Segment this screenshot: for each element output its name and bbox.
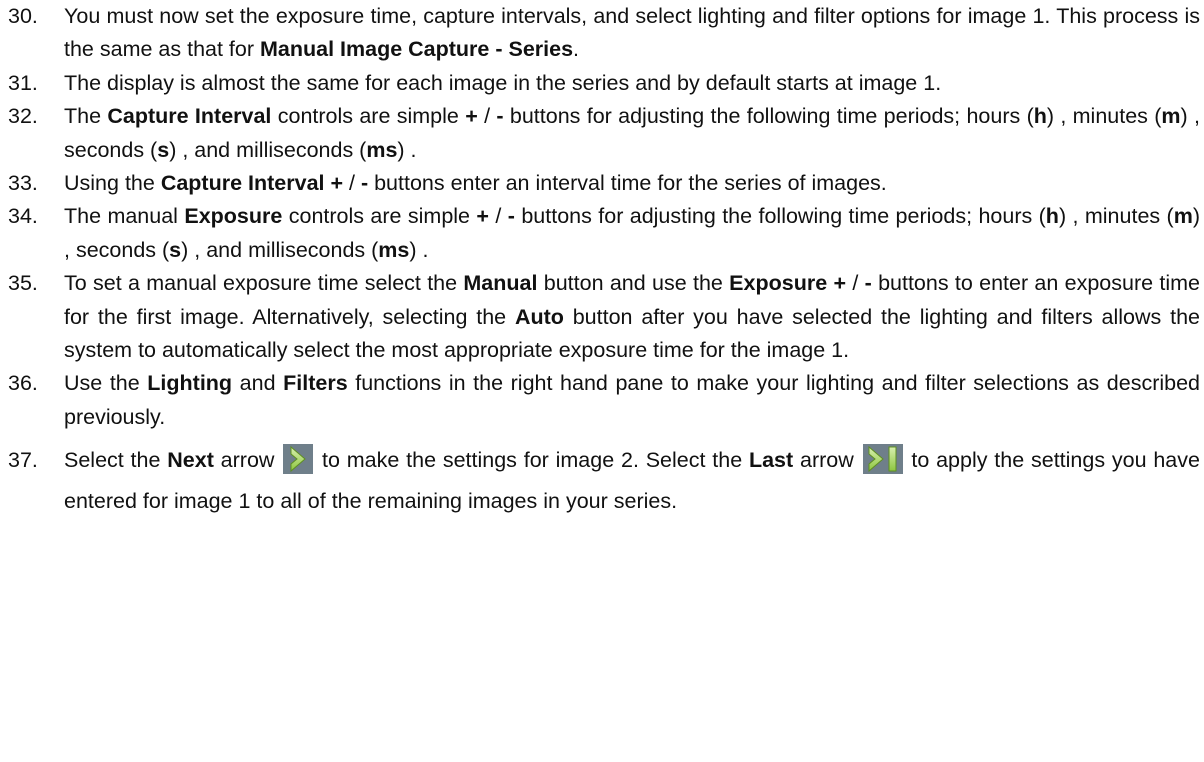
bold-term: +: [476, 204, 489, 229]
step-number: 30.: [8, 4, 38, 28]
text-run: Use the: [64, 371, 148, 396]
bold-term: -: [507, 204, 515, 229]
text-run: ) , and milliseconds (: [169, 137, 367, 162]
step-text: The display is almost the same for each …: [64, 67, 1200, 100]
step-33: 33. Using the Capture Interval + / - butt…: [0, 167, 1200, 200]
document-page: 30. You must now set the exposure time, c…: [0, 0, 1204, 762]
text-run: You must now set the exposure time, capt…: [64, 4, 1200, 62]
bold-term: ms: [378, 237, 410, 262]
text-run: buttons for adjusting the following time…: [514, 204, 1046, 229]
bold-term: +: [465, 104, 478, 129]
step-number: 33.: [8, 171, 38, 196]
step-text: Use the Lighting and Filters functions i…: [64, 367, 1200, 434]
bold-term: s: [157, 137, 170, 162]
step-text: The manual Exposure controls are simple …: [64, 200, 1200, 267]
text-run: controls are simple: [271, 104, 466, 129]
bold-term: Lighting: [147, 371, 233, 396]
text-run: arrow: [213, 448, 282, 473]
bold-term: s: [169, 237, 182, 262]
step-number: 32.: [8, 104, 38, 129]
bold-term: Filters: [283, 371, 348, 396]
text-run: arrow: [793, 448, 861, 473]
bold-term: Exposure +: [729, 271, 847, 296]
text-run: buttons for adjusting the following time…: [503, 104, 1034, 129]
text-run: Select the: [64, 448, 168, 473]
text-run: ) , and milliseconds (: [181, 237, 379, 262]
text-run: .: [573, 37, 580, 62]
step-35: 35. To set a manual exposure time select …: [0, 267, 1200, 367]
text-run: The display is almost the same for each …: [64, 70, 942, 95]
bold-term: Auto: [514, 304, 564, 329]
step-32: 32. The Capture Interval controls are sim…: [0, 100, 1200, 167]
bold-term: h: [1045, 204, 1059, 229]
text-run: The: [64, 104, 108, 129]
text-run: /: [846, 271, 865, 296]
step-31: 31. The display is almost the same for ea…: [0, 67, 1200, 100]
text-run: To set a manual exposure time select the: [64, 271, 464, 296]
bold-term: Last: [748, 448, 794, 473]
step-number: 34.: [8, 204, 38, 229]
text-run: and: [232, 371, 284, 396]
step-30: 30. You must now set the exposure time, c…: [0, 0, 1200, 67]
step-34: 34. The manual Exposure controls are simp…: [0, 200, 1200, 267]
bold-term: Manual Image Capture - Series: [260, 37, 574, 62]
bold-term: h: [1033, 104, 1047, 129]
text-run: The manual: [64, 204, 185, 229]
bold-term: -: [864, 271, 872, 296]
last-arrow-icon: [862, 444, 903, 484]
text-run: ) .: [397, 137, 417, 162]
bold-term: Manual: [463, 271, 538, 296]
text-run: buttons enter an interval time for the s…: [368, 171, 887, 196]
step-text: Using the Capture Interval + / - buttons…: [64, 167, 1200, 200]
bold-term: Next: [167, 448, 214, 473]
step-number: 35.: [8, 271, 38, 296]
text-run: controls are simple: [282, 204, 477, 229]
bold-term: Exposure: [184, 204, 283, 229]
step-37: 37. Select the Next arrow to make the set…: [0, 444, 1200, 518]
step-number: 31.: [8, 70, 38, 95]
step-text: The Capture Interval controls are simple…: [64, 100, 1200, 167]
text-run: ) , minutes (: [1046, 104, 1162, 129]
text-run: to make the settings for image 2. Select…: [315, 448, 749, 473]
text-run: ) , minutes (: [1058, 204, 1174, 229]
text-run: /: [488, 204, 508, 229]
text-run: /: [343, 171, 361, 196]
text-run: ) .: [409, 237, 429, 262]
step-text: Select the Next arrow to make the settin…: [64, 444, 1200, 518]
step-number: 36.: [8, 371, 38, 396]
step-number: 37.: [8, 448, 38, 473]
bold-term: m: [1161, 104, 1181, 129]
instruction-list: 30. You must now set the exposure time, c…: [0, 0, 1200, 518]
step-text: You must now set the exposure time, capt…: [64, 0, 1200, 67]
step-text: To set a manual exposure time select the…: [64, 267, 1200, 367]
bold-term: m: [1173, 204, 1193, 229]
bold-term: Capture Interval: [107, 104, 272, 129]
text-run: Using the: [64, 171, 161, 196]
step-36: 36. Use the Lighting and Filters function…: [0, 367, 1200, 434]
text-run: button and use the: [537, 271, 730, 296]
next-arrow-icon: [283, 444, 314, 484]
bold-term: ms: [366, 137, 398, 162]
bold-term: -: [496, 104, 504, 129]
text-run: /: [477, 104, 497, 129]
bold-term: Capture Interval +: [160, 171, 344, 196]
